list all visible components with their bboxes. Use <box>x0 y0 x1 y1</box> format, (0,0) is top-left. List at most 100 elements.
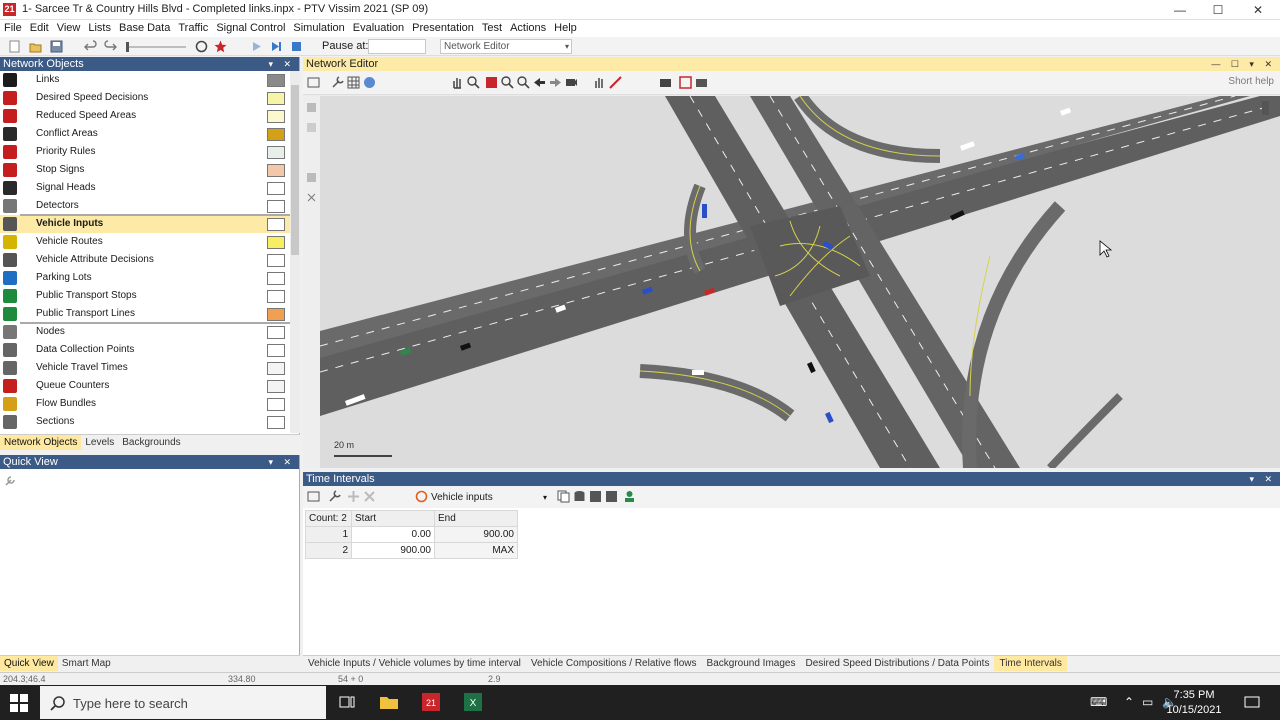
tab-backgrounds[interactable]: Backgrounds <box>118 435 184 450</box>
delete-icon[interactable] <box>363 490 376 503</box>
network-object-queue-counters[interactable]: Queue Counters <box>0 377 290 395</box>
menu-simulation[interactable]: Simulation <box>289 20 348 36</box>
network-object-desired-speed-decisions[interactable]: Desired Speed Decisions <box>0 89 290 107</box>
network-object-data-collection-points[interactable]: Data Collection Points <box>0 341 290 359</box>
network-object-flow-bundles[interactable]: Flow Bundles <box>0 395 290 413</box>
simulation-speed-slider[interactable] <box>126 40 186 53</box>
visibility-swatch[interactable] <box>267 326 285 339</box>
vissim-taskbar-icon[interactable]: 21 <box>420 691 442 713</box>
zoom-out-icon[interactable] <box>517 76 530 89</box>
notifications-icon[interactable] <box>1244 695 1260 711</box>
network-object-stop-signs[interactable]: Stop Signs <box>0 161 290 179</box>
zoom-icon[interactable] <box>467 76 480 89</box>
tab-time-intervals[interactable]: Time Intervals <box>994 656 1067 671</box>
menu-actions[interactable]: Actions <box>506 20 550 36</box>
network-object-nodes[interactable]: Nodes <box>0 323 290 341</box>
chevron-up-icon[interactable]: ⌃ <box>1124 695 1134 709</box>
network-objects-scrollbar[interactable] <box>290 71 300 433</box>
clock-time[interactable]: 7:35 PM <box>1164 689 1224 701</box>
tab-smart-map[interactable]: Smart Map <box>58 656 115 671</box>
visibility-swatch[interactable] <box>267 218 285 231</box>
refresh-icon[interactable] <box>195 40 208 53</box>
pause-at-input[interactable] <box>368 39 426 54</box>
mode-icon[interactable] <box>306 122 317 133</box>
wrench-icon[interactable] <box>331 76 344 89</box>
mode-icon[interactable] <box>306 102 317 113</box>
menu-test[interactable]: Test <box>478 20 506 36</box>
mode-icon[interactable] <box>306 172 317 183</box>
visibility-swatch[interactable] <box>267 254 285 267</box>
panel-controls[interactable]: ▾ ✕ <box>268 57 295 71</box>
short-help-toggle[interactable]: Short help <box>1228 76 1274 87</box>
stop-icon[interactable] <box>290 40 303 53</box>
network-object-conflict-areas[interactable]: Conflict Areas <box>0 125 290 143</box>
column-header-end[interactable]: End <box>434 510 518 527</box>
pan-hand-icon[interactable] <box>451 76 464 89</box>
measure-icon[interactable] <box>609 76 622 89</box>
redo-icon[interactable] <box>104 40 117 53</box>
network-object-parking-lots[interactable]: Parking Lots <box>0 269 290 287</box>
start-cell[interactable]: 900.00 <box>351 542 435 559</box>
network-object-priority-rules[interactable]: Priority Rules <box>0 143 290 161</box>
road-network-map[interactable] <box>320 96 1280 468</box>
menu-traffic[interactable]: Traffic <box>174 20 212 36</box>
add-icon[interactable] <box>347 490 360 503</box>
network-object-signal-heads[interactable]: Signal Heads <box>0 179 290 197</box>
menu-presentation[interactable]: Presentation <box>408 20 478 36</box>
hand-select-icon[interactable] <box>593 76 606 89</box>
network-object-sections[interactable]: Sections <box>0 413 290 431</box>
tab-network-objects[interactable]: Network Objects <box>0 435 82 450</box>
panel-controls[interactable]: — ☐ ▾ ✕ <box>1211 57 1276 71</box>
tab-quick-view[interactable]: Quick View <box>0 656 58 671</box>
network-object-vehicle-inputs[interactable]: Vehicle Inputs <box>0 215 290 233</box>
editor-type-select[interactable]: Network Editor ▾ <box>440 39 572 54</box>
menu-file[interactable]: File <box>0 20 26 36</box>
camera-position-icon[interactable] <box>565 76 578 89</box>
save-as-icon[interactable] <box>605 490 618 503</box>
arrow-right-icon[interactable] <box>549 76 562 89</box>
network-object-vehicle-travel-times[interactable]: Vehicle Travel Times <box>0 359 290 377</box>
visibility-swatch[interactable] <box>267 110 285 123</box>
maximize-button[interactable]: ☐ <box>1198 0 1238 20</box>
single-step-icon[interactable] <box>270 40 283 53</box>
undo-icon[interactable] <box>84 40 97 53</box>
menu-base-data[interactable]: Base Data <box>115 20 174 36</box>
tab-levels[interactable]: Levels <box>81 435 118 450</box>
clock-date[interactable]: 10/15/2021 <box>1164 704 1224 716</box>
visibility-swatch[interactable] <box>267 182 285 195</box>
zoom-extent-icon[interactable] <box>485 76 498 89</box>
table-row[interactable]: 2 900.00 MAX <box>305 542 518 559</box>
visibility-swatch[interactable] <box>267 272 285 285</box>
network-object-vehicle-attribute-decisions[interactable]: Vehicle Attribute Decisions <box>0 251 290 269</box>
favorite-star-icon[interactable] <box>214 40 227 53</box>
user-icon[interactable] <box>623 490 636 503</box>
save-icon[interactable] <box>50 40 63 53</box>
visibility-swatch[interactable] <box>267 362 285 375</box>
end-cell[interactable]: 900.00 <box>434 526 518 543</box>
file-explorer-icon[interactable] <box>378 691 400 713</box>
layers-icon[interactable] <box>307 76 320 89</box>
network-icon[interactable]: ▭ <box>1142 695 1153 709</box>
related-list-select[interactable]: Vehicle inputs ▾ <box>431 490 549 506</box>
windows-start-icon[interactable] <box>10 694 28 712</box>
visibility-swatch[interactable] <box>267 92 285 105</box>
network-object-links[interactable]: Links <box>0 71 290 89</box>
pin-icon[interactable] <box>306 192 317 203</box>
tab-desired-speed-distributions-data-points[interactable]: Desired Speed Distributions / Data Point… <box>800 656 994 671</box>
column-header-start[interactable]: Start <box>351 510 435 527</box>
visibility-swatch[interactable] <box>267 380 285 393</box>
tab-background-images[interactable]: Background Images <box>702 656 801 671</box>
visibility-swatch[interactable] <box>267 308 285 321</box>
zoom-in-icon[interactable] <box>501 76 514 89</box>
panel-controls[interactable]: ▾ ✕ <box>268 455 295 469</box>
panel-controls[interactable]: ▾ ✕ <box>1249 472 1276 486</box>
network-object-detectors[interactable]: Detectors <box>0 197 290 215</box>
visibility-swatch[interactable] <box>267 74 285 87</box>
new-file-icon[interactable] <box>8 40 21 53</box>
screenshot-icon[interactable] <box>659 76 672 89</box>
menu-help[interactable]: Help <box>550 20 581 36</box>
network-object-vehicle-routes[interactable]: Vehicle Routes <box>0 233 290 251</box>
scrollbar-thumb[interactable] <box>291 85 299 255</box>
globe-icon[interactable] <box>363 76 376 89</box>
network-object-reduced-speed-areas[interactable]: Reduced Speed Areas <box>0 107 290 125</box>
